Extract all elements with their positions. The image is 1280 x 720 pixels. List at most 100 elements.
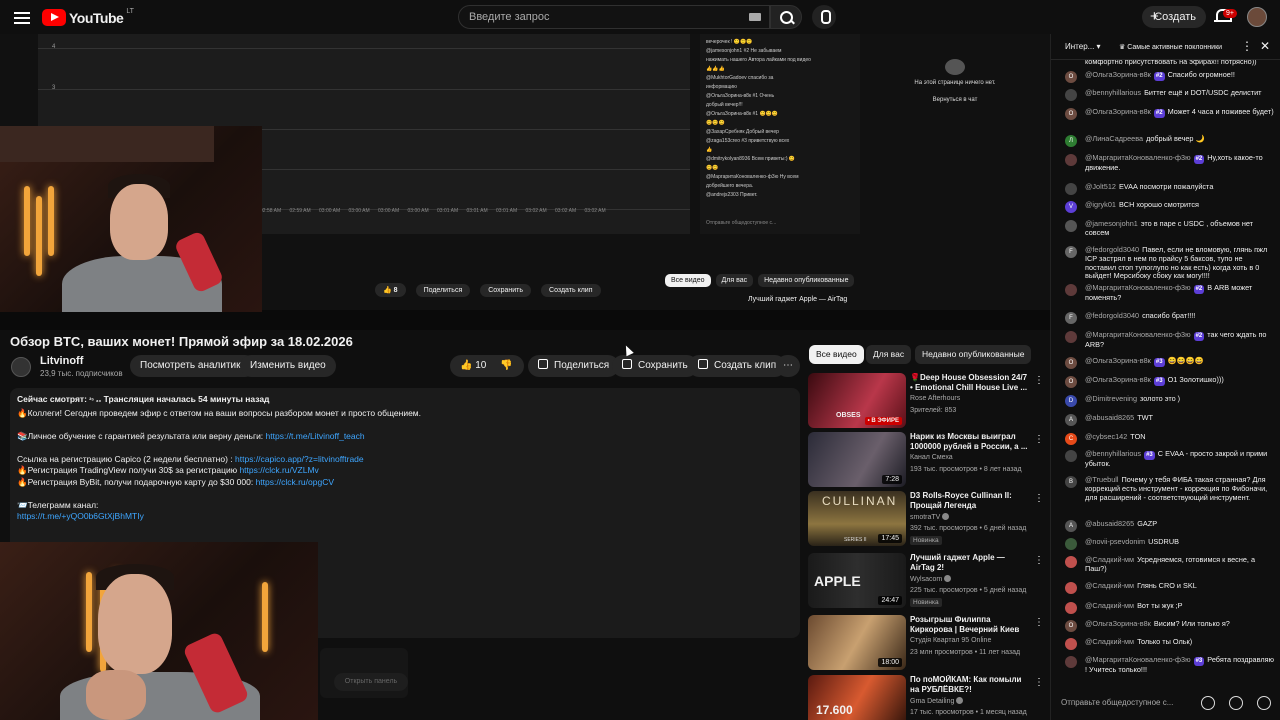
- video-thumbnail[interactable]: OBSES • В ЭФИРЕ: [808, 373, 906, 428]
- chat-author[interactable]: @jamesonjohn1: [1085, 219, 1138, 228]
- rec-channel[interactable]: Канал Смеха: [910, 454, 953, 461]
- desc-link[interactable]: https://clck.ru/VZLMv: [239, 465, 318, 475]
- emoji-icon[interactable]: [1201, 696, 1215, 710]
- chat-author[interactable]: @ОльгаЗорина-в8к: [1085, 375, 1151, 384]
- rec-channel[interactable]: Wylsacom: [910, 575, 952, 583]
- rec-channel[interactable]: Rose Afterhours: [910, 395, 960, 402]
- chat-filter[interactable]: ♛ Самые активные поклонники: [1119, 43, 1222, 51]
- rec-channel[interactable]: Gma Detailing: [910, 697, 964, 705]
- user-avatar[interactable]: [1065, 89, 1077, 101]
- clip-button[interactable]: Создать клип: [688, 355, 787, 377]
- user-avatar[interactable]: О: [1065, 108, 1077, 120]
- rec-title[interactable]: По поМОЙКАМ: Как помыли на РУБЛЁВКЕ?!: [910, 675, 1030, 695]
- desc-link[interactable]: https://t.me/+yQO0b6GtXjBhMTIy: [17, 511, 793, 523]
- rec-title[interactable]: Розыгрыш Филиппа Киркорова | Вечерний Ки…: [910, 615, 1030, 635]
- search-button[interactable]: [770, 5, 802, 29]
- user-avatar[interactable]: B: [1065, 476, 1077, 488]
- chat-author[interactable]: @МаргаритаКоноваленко-ф3ю: [1085, 153, 1191, 162]
- user-avatar[interactable]: A: [1065, 520, 1077, 532]
- more-actions-button[interactable]: ⋯: [776, 355, 800, 377]
- chat-author[interactable]: @fedorgold3040: [1085, 245, 1139, 254]
- channel-name[interactable]: Litvinoff: [40, 355, 83, 367]
- user-avatar[interactable]: О: [1065, 71, 1077, 83]
- chat-author[interactable]: @ОльгаЗорина-в8к: [1085, 107, 1151, 116]
- recommendation-item[interactable]: OBSES • В ЭФИРЕ 🌹Deep House Obsession 24…: [808, 373, 1048, 429]
- user-avatar[interactable]: О: [1065, 357, 1077, 369]
- save-button[interactable]: Сохранить: [612, 355, 698, 377]
- share-button[interactable]: Поделиться: [528, 355, 620, 377]
- close-icon[interactable]: ✕: [1260, 39, 1270, 53]
- chat-tab[interactable]: Интер... ▾: [1065, 42, 1101, 51]
- more-icon[interactable]: ⋮: [1034, 555, 1044, 566]
- more-icon[interactable]: ⋮: [1034, 434, 1044, 445]
- create-button[interactable]: + Создать: [1142, 6, 1206, 28]
- recommendation-item[interactable]: 7:28 Нарик из Москвы выиграл 1000000 руб…: [808, 432, 1048, 488]
- user-avatar[interactable]: A: [1065, 414, 1077, 426]
- chat-author[interactable]: @ЛинаСадреева: [1085, 134, 1143, 143]
- video-thumbnail[interactable]: APPLE 24:47: [808, 553, 906, 608]
- chat-author[interactable]: @igryk01: [1085, 200, 1116, 209]
- more-icon[interactable]: ⋮: [1034, 617, 1044, 628]
- rec-channel[interactable]: Студiя Квартал 95 Online: [910, 637, 991, 644]
- chat-messages[interactable]: комфортно присутствовать на эфирах!! пот…: [1051, 60, 1280, 688]
- rec-title[interactable]: D3 Rolls-Royce Cullinan II: Прощай Леген…: [910, 491, 1030, 511]
- video-thumbnail[interactable]: 7:28: [808, 432, 906, 487]
- rec-title[interactable]: Нарик из Москвы выиграл 1000000 рублей в…: [910, 432, 1030, 452]
- chat-author[interactable]: @Сладкий-мм: [1085, 581, 1134, 590]
- mic-icon[interactable]: [812, 5, 836, 29]
- chat-author[interactable]: @fedorgold3040: [1085, 311, 1139, 320]
- keyboard-icon[interactable]: [749, 13, 761, 21]
- analytics-button[interactable]: Посмотреть аналитику: [130, 355, 256, 377]
- user-avatar[interactable]: [1065, 331, 1077, 343]
- user-avatar[interactable]: [1065, 220, 1077, 232]
- thumb-down-icon[interactable]: 👎: [500, 360, 512, 371]
- youtube-logo[interactable]: YouTube LT: [42, 8, 134, 26]
- video-thumbnail[interactable]: CULLINAN SERIES II 17:45: [808, 491, 906, 546]
- video-thumbnail[interactable]: 17.600: [808, 675, 906, 720]
- chat-author[interactable]: @bennyhillarious: [1085, 88, 1141, 97]
- desc-link[interactable]: https://clck.ru/opgCV: [256, 477, 334, 487]
- chat-author[interactable]: @ОльгаЗорина-в8к: [1085, 619, 1151, 628]
- user-avatar[interactable]: [1065, 656, 1077, 668]
- user-avatar[interactable]: [1065, 602, 1077, 614]
- open-panel-button[interactable]: Открыть панель: [334, 673, 408, 691]
- rec-title[interactable]: 🌹Deep House Obsession 24/7 • Emotional C…: [910, 373, 1030, 393]
- search-input[interactable]: Введите запрос: [458, 5, 770, 29]
- user-avatar[interactable]: [1065, 450, 1077, 462]
- rec-channel[interactable]: smotraTV: [910, 513, 950, 521]
- chat-author[interactable]: @МаргаритаКоноваленко-ф3ю: [1085, 283, 1191, 292]
- chat-author[interactable]: @ОльгаЗорина-в8к: [1085, 356, 1151, 365]
- chat-author[interactable]: @МаргаритаКоноваленко-ф3ю: [1085, 655, 1191, 664]
- chat-author[interactable]: @Truebull: [1085, 475, 1119, 484]
- user-avatar[interactable]: F: [1065, 312, 1077, 324]
- recommendation-item[interactable]: CULLINAN SERIES II 17:45 D3 Rolls-Royce …: [808, 491, 1048, 547]
- like-button[interactable]: 👍 10 👎: [450, 355, 524, 377]
- user-avatar[interactable]: [1065, 582, 1077, 594]
- desc-link[interactable]: https://t.me/Litvinoff_teach: [266, 431, 365, 441]
- user-avatar[interactable]: [1065, 284, 1077, 296]
- chip-recent[interactable]: Недавно опубликованные: [915, 345, 1032, 364]
- add-icon[interactable]: [1229, 696, 1243, 710]
- user-avatar[interactable]: [1065, 538, 1077, 550]
- chat-author[interactable]: @cybsec142: [1085, 432, 1127, 441]
- user-avatar[interactable]: V: [1065, 201, 1077, 213]
- channel-avatar[interactable]: [11, 357, 31, 377]
- chip-all-videos[interactable]: Все видео: [809, 345, 864, 364]
- user-avatar[interactable]: [1065, 556, 1077, 568]
- recommendation-item[interactable]: 17.600 По поМОЙКАМ: Как помыли на РУБЛЁВ…: [808, 675, 1048, 720]
- user-avatar[interactable]: [1065, 183, 1077, 195]
- user-avatar[interactable]: C: [1065, 433, 1077, 445]
- chat-author[interactable]: @Сладкий-мм: [1085, 555, 1134, 564]
- chat-author[interactable]: @abusaid8265: [1085, 413, 1134, 422]
- user-avatar[interactable]: [1065, 638, 1077, 650]
- chat-author[interactable]: @Dimitrevening: [1085, 394, 1137, 403]
- recommendation-item[interactable]: APPLE 24:47 Лучший гаджет Apple — AirTag…: [808, 553, 1048, 609]
- chat-author[interactable]: @bennyhillarious: [1085, 449, 1141, 458]
- chat-author[interactable]: @Jolt512: [1085, 182, 1116, 191]
- user-avatar[interactable]: О: [1065, 376, 1077, 388]
- user-avatar[interactable]: [1065, 154, 1077, 166]
- more-icon[interactable]: ⋮: [1034, 493, 1044, 504]
- heart-icon[interactable]: [1257, 696, 1271, 710]
- user-avatar[interactable]: D: [1065, 395, 1077, 407]
- rec-title[interactable]: Лучший гаджет Apple — AirTag 2!: [910, 553, 1030, 573]
